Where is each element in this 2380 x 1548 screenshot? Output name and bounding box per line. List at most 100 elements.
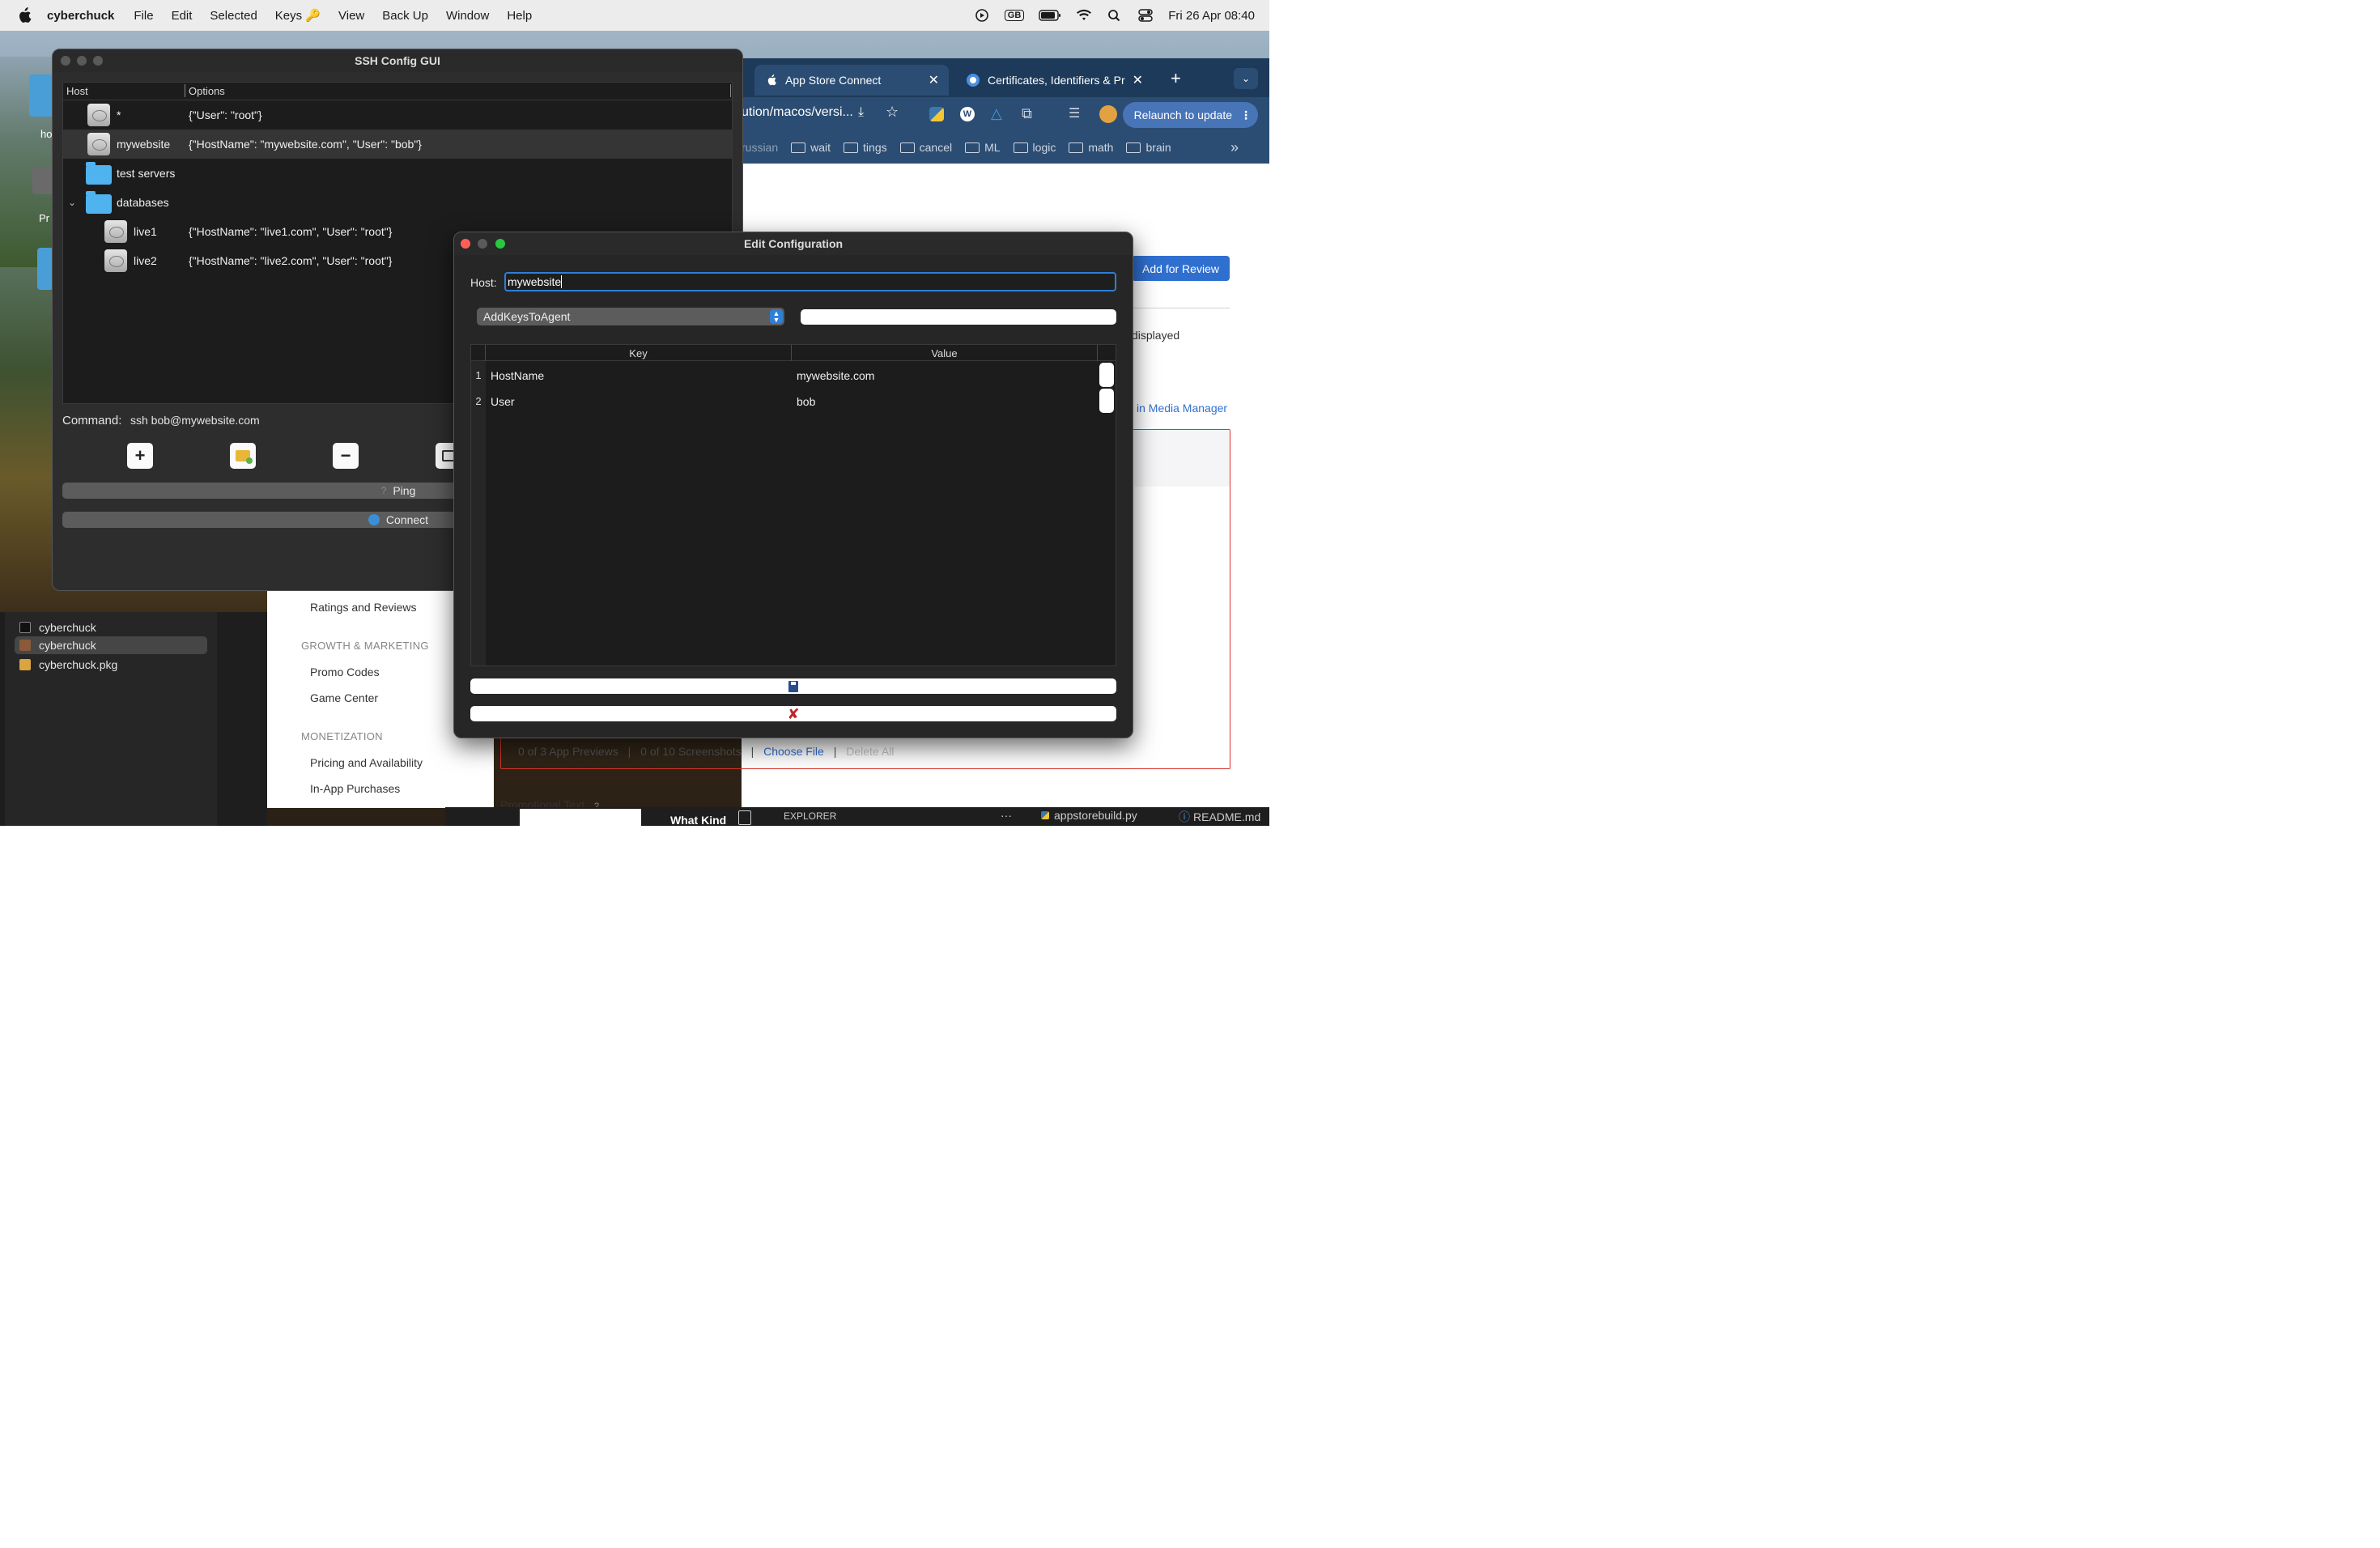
tree-row[interactable]: test servers [63, 159, 732, 188]
sidebar-item-pricing[interactable]: Pricing and Availability [310, 756, 423, 769]
menu-selected[interactable]: Selected [210, 9, 257, 23]
relaunch-to-update-button[interactable]: Relaunch to update ⋮ [1122, 102, 1258, 128]
key-cell[interactable]: HostName [491, 369, 544, 382]
keyboard-layout-badge[interactable]: GB [1004, 10, 1025, 21]
row-action-button[interactable] [1099, 363, 1114, 387]
editor-tab-appstorebuild[interactable]: appstorebuild.py [1041, 809, 1137, 822]
column-header-host[interactable]: Host [66, 85, 88, 97]
add-host-button[interactable]: + [127, 443, 153, 469]
menu-keys[interactable]: Keys 🔑 [275, 8, 321, 23]
cancel-button[interactable]: ✘ [470, 706, 1116, 721]
tree-row[interactable]: mywebsite {"HostName": "mywebsite.com", … [63, 130, 732, 159]
install-icon[interactable]: ⤓ [858, 105, 864, 120]
editor-tab-readme[interactable]: ⓘ README.md [1179, 809, 1260, 825]
list-item[interactable]: cyberchuck [19, 619, 96, 636]
clock[interactable]: Fri 26 Apr 08:40 [1168, 9, 1255, 23]
bookmark-folder[interactable]: wait [791, 141, 831, 154]
dialog-titlebar[interactable]: Edit Configuration [454, 232, 1133, 255]
remove-host-button[interactable]: − [333, 443, 359, 469]
key-cell[interactable]: User [491, 395, 515, 408]
bookmark-folder[interactable]: math [1069, 141, 1113, 154]
close-window-icon[interactable] [461, 239, 470, 249]
media-controls-icon[interactable]: ☰ [1069, 105, 1080, 121]
option-value-input[interactable] [801, 309, 1116, 325]
disclosure-chevron-icon[interactable]: ⌄ [68, 197, 76, 208]
bookmark-folder[interactable]: logic [1013, 141, 1056, 154]
media-manager-link[interactable]: in Media Manager [1137, 402, 1227, 415]
python-extension-icon[interactable] [929, 107, 944, 121]
tab-app-store-connect[interactable]: App Store Connect ✕ [754, 65, 949, 96]
value-cell[interactable]: bob [797, 395, 815, 408]
menu-window[interactable]: Window [446, 9, 489, 23]
sidebar-item-in-app-purchases[interactable]: In-App Purchases [310, 782, 400, 795]
column-header-options[interactable]: Options [189, 85, 225, 97]
desktop-label[interactable]: ho [40, 128, 52, 140]
menu-back-up[interactable]: Back Up [382, 9, 428, 23]
desktop-folder-icon[interactable] [37, 248, 53, 290]
zoom-window-icon[interactable] [495, 239, 505, 249]
choose-file-link[interactable]: Choose File [763, 745, 824, 758]
sidebar-item-game-center[interactable]: Game Center [310, 691, 378, 704]
tab-certificates[interactable]: Certificates, Identifiers & Pr ✕ [955, 65, 1153, 96]
profile-avatar[interactable] [1099, 105, 1117, 123]
delete-all-link[interactable]: Delete All [846, 745, 894, 758]
row-action-button[interactable] [1099, 389, 1114, 413]
config-table[interactable]: Key Value 1 HostName mywebsite.com 2 Use… [470, 344, 1116, 666]
search-icon[interactable] [1107, 9, 1123, 22]
column-header-key[interactable]: Key [486, 345, 792, 361]
more-menu-icon[interactable]: ⋮ [1240, 108, 1252, 122]
puzzle-extensions-icon[interactable]: ⧉ [1022, 105, 1032, 122]
battery-icon[interactable] [1039, 10, 1061, 21]
host-input[interactable]: mywebsite [504, 272, 1116, 291]
wifi-icon[interactable] [1076, 9, 1092, 22]
bookmark-item[interactable]: russian [742, 141, 778, 154]
menu-help[interactable]: Help [507, 9, 532, 23]
minimize-window-icon[interactable] [77, 56, 87, 66]
sidebar-item-ratings[interactable]: Ratings and Reviews [310, 601, 417, 614]
command-value[interactable]: ssh bob@mywebsite.com [130, 414, 260, 427]
add-for-review-button[interactable]: Add for Review [1132, 256, 1230, 281]
drive-extension-icon[interactable]: △ [991, 105, 1002, 122]
menu-view[interactable]: View [338, 9, 364, 23]
close-window-icon[interactable] [61, 56, 70, 66]
bookmark-folder[interactable]: brain [1126, 141, 1171, 154]
copy-icon[interactable] [738, 810, 751, 825]
add-folder-button[interactable] [230, 443, 256, 469]
menu-file[interactable]: File [134, 9, 153, 23]
save-button[interactable] [470, 678, 1116, 694]
column-header-value[interactable]: Value [792, 345, 1098, 361]
zoom-window-icon[interactable] [93, 56, 103, 66]
bookmark-folder[interactable]: tings [844, 141, 887, 154]
close-tab-icon[interactable]: ✕ [929, 72, 939, 88]
table-row[interactable]: 1 HostName mywebsite.com [471, 363, 1116, 389]
control-center-icon[interactable] [1137, 9, 1154, 22]
apple-menu-icon[interactable] [16, 7, 32, 23]
more-bookmarks-chevron-icon[interactable]: » [1230, 139, 1239, 156]
value-cell[interactable]: mywebsite.com [797, 369, 874, 382]
tree-row[interactable]: * {"User": "root"} [63, 100, 732, 130]
bookmark-star-icon[interactable]: ☆ [886, 104, 899, 121]
table-row[interactable]: 2 User bob [471, 389, 1116, 415]
tab-list-chevron-icon[interactable]: ⌄ [1234, 68, 1258, 89]
close-tab-icon[interactable]: ✕ [1133, 72, 1143, 88]
desktop-file-icon[interactable] [32, 167, 53, 194]
list-item[interactable]: cyberchuck.pkg [19, 656, 117, 674]
tab-label: README.md [1193, 810, 1261, 823]
option-key-select[interactable]: AddKeysToAgent ▲ ▼ [477, 308, 784, 325]
tree-row[interactable]: ⌄ databases [63, 188, 732, 217]
desktop-label[interactable]: Pr [39, 212, 49, 224]
window-titlebar[interactable]: SSH Config GUI [53, 49, 742, 72]
sidebar-item-promo-codes[interactable]: Promo Codes [310, 666, 380, 678]
desktop-folder-icon[interactable] [29, 74, 53, 117]
play-circle-icon[interactable] [974, 9, 990, 22]
bookmark-folder[interactable]: cancel [899, 141, 952, 154]
new-tab-icon[interactable]: + [1171, 68, 1181, 89]
list-item[interactable]: cyberchuck [15, 636, 207, 654]
address-bar[interactable]: ution/macos/versi... [742, 105, 853, 120]
explorer-more-icon[interactable]: ··· [1001, 809, 1012, 822]
minimize-window-icon[interactable] [478, 239, 487, 249]
bookmark-folder[interactable]: ML [965, 141, 1001, 154]
app-name-menu[interactable]: cyberchuck [47, 9, 114, 23]
menu-edit[interactable]: Edit [172, 9, 193, 23]
extension-w-icon[interactable]: W [960, 107, 975, 121]
